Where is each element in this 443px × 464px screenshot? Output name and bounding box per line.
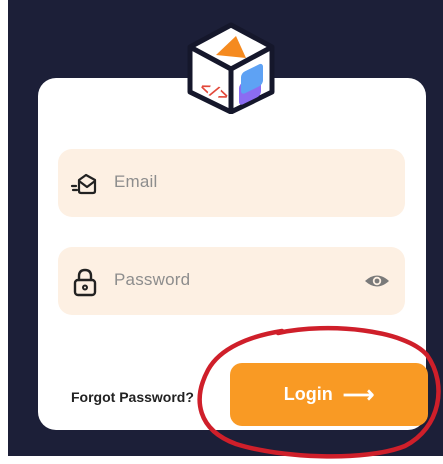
- password-field[interactable]: Password: [58, 247, 405, 315]
- email-placeholder: Email: [114, 172, 158, 191]
- login-button-label: Login: [283, 384, 333, 404]
- left-edge-strip: [0, 0, 8, 464]
- eye-icon[interactable]: [364, 272, 390, 290]
- arrow-right-icon: ⟶: [342, 381, 375, 407]
- email-field[interactable]: Email: [58, 149, 405, 217]
- bottom-edge-strip: [0, 456, 443, 464]
- mail-icon: [70, 173, 97, 195]
- code-cube-logo-icon: </>: [187, 22, 275, 114]
- forgot-password-link[interactable]: Forgot Password?: [71, 389, 194, 405]
- login-button[interactable]: Login ⟶: [230, 363, 428, 426]
- password-placeholder: Password: [114, 270, 191, 289]
- lock-icon: [73, 268, 97, 297]
